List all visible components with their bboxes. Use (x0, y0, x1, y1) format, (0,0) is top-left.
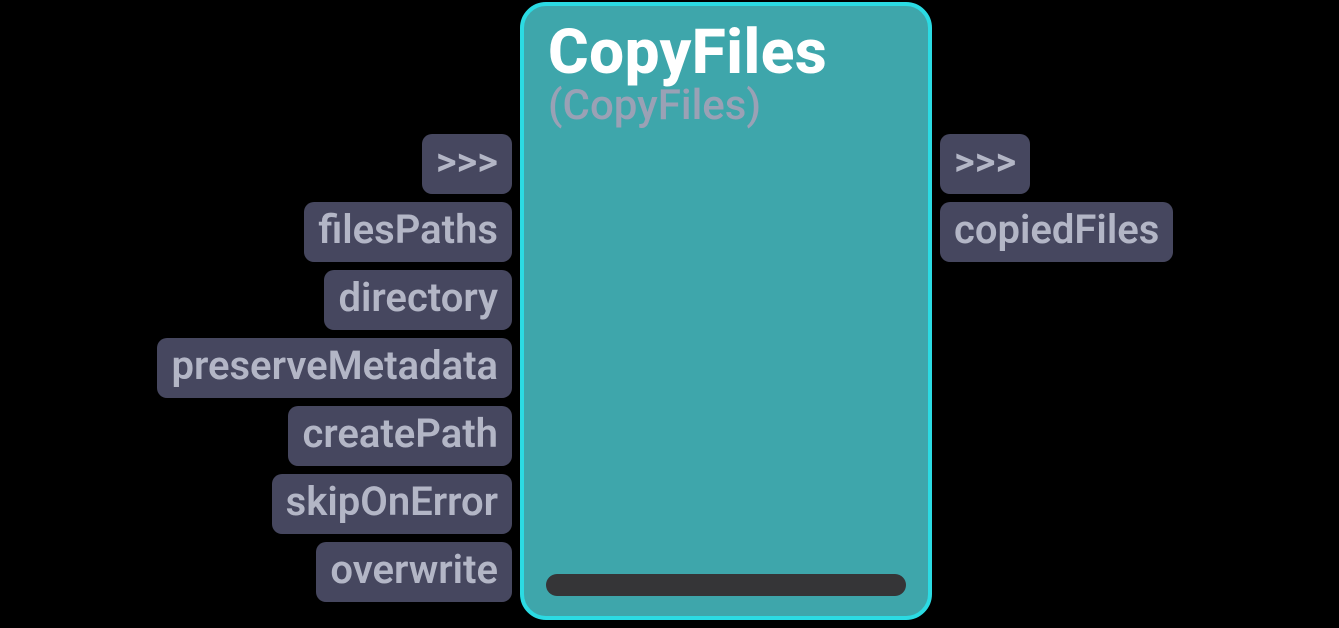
input-port-preservemetadata[interactable]: preserveMetadata (157, 338, 512, 398)
input-port-exec[interactable]: >>> (422, 134, 512, 194)
output-port-copiedfiles[interactable]: copiedFiles (940, 202, 1173, 262)
input-port-createpath[interactable]: createPath (288, 406, 512, 466)
output-ports: >>> copiedFiles (940, 134, 1173, 262)
input-port-filespaths[interactable]: filesPaths (304, 202, 512, 262)
node-copyfiles[interactable]: CopyFiles (CopyFiles) (520, 2, 932, 620)
output-port-exec[interactable]: >>> (940, 134, 1030, 194)
input-port-skiponerror[interactable]: skipOnError (272, 474, 512, 534)
node-title: CopyFiles (548, 20, 904, 85)
node-subtitle: (CopyFiles) (548, 83, 904, 129)
diagram-canvas: CopyFiles (CopyFiles) >>> filesPaths dir… (0, 0, 1339, 628)
input-ports: >>> filesPaths directory preserveMetadat… (0, 134, 512, 602)
input-port-overwrite[interactable]: overwrite (316, 542, 512, 602)
input-port-directory[interactable]: directory (324, 270, 512, 330)
node-bottom-bar (546, 574, 906, 596)
